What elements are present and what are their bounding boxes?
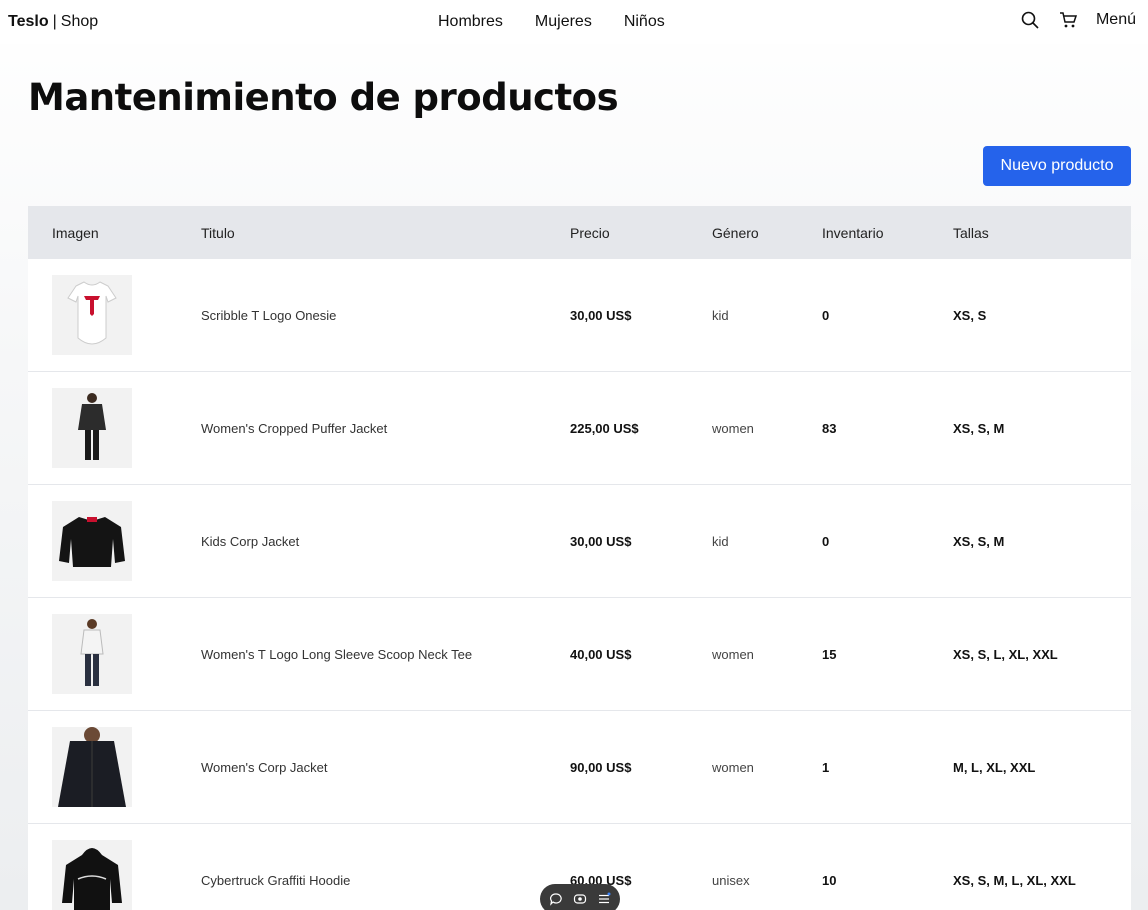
product-title[interactable]: Women's T Logo Long Sleeve Scoop Neck Te… (201, 647, 472, 662)
product-price: 225,00 US$ (570, 421, 639, 436)
product-sizes: XS, S (953, 308, 987, 323)
product-price: 90,00 US$ (570, 760, 632, 775)
page-title: Mantenimiento de productos (28, 76, 619, 119)
product-image[interactable] (52, 840, 132, 910)
table-row[interactable]: Women's Cropped Puffer Jacket 225,00 US$… (28, 372, 1131, 485)
product-inventory: 1 (822, 760, 830, 775)
product-inventory: 10 (822, 873, 837, 888)
product-inventory: 0 (822, 308, 830, 323)
product-gender: women (712, 760, 754, 775)
product-gender: women (712, 647, 754, 662)
product-gender: women (712, 421, 754, 436)
product-inventory: 15 (822, 647, 837, 662)
product-title[interactable]: Cybertruck Graffiti Hoodie (201, 873, 350, 888)
products-table: Imagen Titulo Precio Género Inventario T… (28, 206, 1131, 910)
nav-actions: Menú (1020, 10, 1136, 30)
list-icon[interactable] (597, 892, 611, 906)
table-header: Imagen Titulo Precio Género Inventario T… (28, 206, 1131, 259)
product-gender: kid (712, 534, 729, 549)
product-image[interactable] (52, 614, 132, 694)
header-price: Precio (570, 225, 610, 241)
header-inventory: Inventario (822, 225, 884, 241)
nav-link-hombres[interactable]: Hombres (438, 13, 503, 31)
cart-icon[interactable] (1058, 10, 1078, 30)
table-row[interactable]: Women's Corp Jacket 90,00 US$ women 1 M,… (28, 711, 1131, 824)
product-image[interactable] (52, 388, 132, 468)
product-image[interactable] (52, 727, 132, 807)
product-price: 40,00 US$ (570, 647, 632, 662)
new-product-button[interactable]: Nuevo producto (983, 146, 1131, 186)
product-gender: unisex (712, 873, 750, 888)
header-image: Imagen (52, 225, 99, 241)
brand-logo[interactable]: Teslo | Shop (8, 13, 98, 31)
brand-name: Teslo (8, 13, 49, 30)
nav-links: Hombres Mujeres Niños (438, 13, 665, 31)
nav-link-ninos[interactable]: Niños (624, 13, 665, 31)
brand-separator: | (52, 13, 57, 30)
table-row[interactable]: Kids Corp Jacket 30,00 US$ kid 0 XS, S, … (28, 485, 1131, 598)
product-sizes: XS, S, M, L, XL, XXL (953, 873, 1076, 888)
floating-toolbar (540, 884, 620, 910)
product-price: 30,00 US$ (570, 308, 632, 323)
product-image[interactable] (52, 275, 132, 355)
product-sizes: M, L, XL, XXL (953, 760, 1036, 775)
product-sizes: XS, S, M (953, 421, 1005, 436)
comment-icon[interactable] (549, 892, 563, 906)
search-icon[interactable] (1020, 10, 1040, 30)
header-title: Titulo (201, 225, 235, 241)
product-gender: kid (712, 308, 729, 323)
nav-link-mujeres[interactable]: Mujeres (535, 13, 592, 31)
product-sizes: XS, S, L, XL, XXL (953, 647, 1058, 662)
product-image[interactable] (52, 501, 132, 581)
brand-shop: Shop (60, 13, 99, 30)
header-sizes: Tallas (953, 225, 989, 241)
menu-button[interactable]: Menú (1096, 11, 1136, 29)
product-sizes: XS, S, M (953, 534, 1005, 549)
product-title[interactable]: Scribble T Logo Onesie (201, 308, 336, 323)
table-row[interactable]: Scribble T Logo Onesie 30,00 US$ kid 0 X… (28, 259, 1131, 372)
header-gender: Género (712, 225, 759, 241)
table-row[interactable]: Women's T Logo Long Sleeve Scoop Neck Te… (28, 598, 1131, 711)
top-nav: Teslo | Shop Hombres Mujeres Niños Menú (0, 0, 1148, 44)
product-inventory: 0 (822, 534, 830, 549)
eye-icon[interactable] (573, 892, 587, 906)
product-inventory: 83 (822, 421, 837, 436)
product-title[interactable]: Women's Cropped Puffer Jacket (201, 421, 387, 436)
product-title[interactable]: Kids Corp Jacket (201, 534, 299, 549)
product-price: 30,00 US$ (570, 534, 632, 549)
product-title[interactable]: Women's Corp Jacket (201, 760, 328, 775)
